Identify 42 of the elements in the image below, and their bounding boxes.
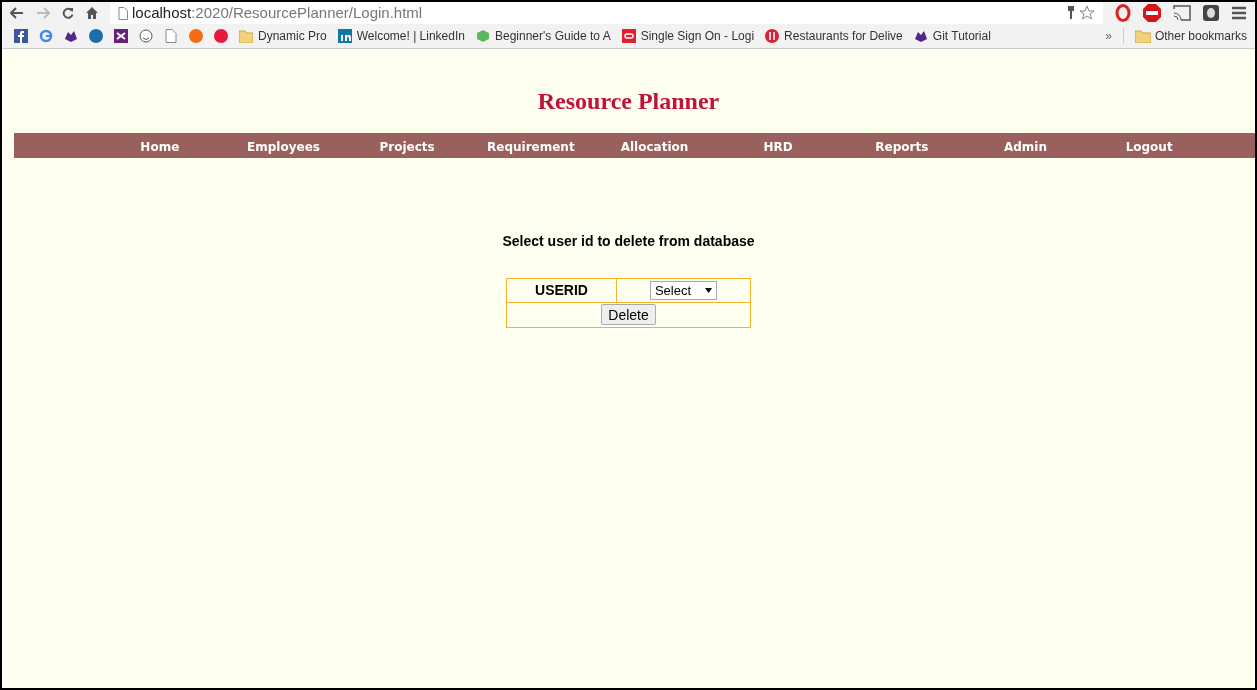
- page-icon: [118, 6, 128, 20]
- delete-button[interactable]: Delete: [601, 304, 656, 325]
- userid-label: USERID: [506, 278, 617, 303]
- google-icon[interactable]: [39, 29, 53, 43]
- nav-link[interactable]: Projects: [379, 139, 435, 154]
- star-icon[interactable]: [1079, 5, 1095, 21]
- nav-link[interactable]: HRD: [763, 139, 793, 154]
- userid-dropdown[interactable]: Select: [649, 281, 718, 301]
- ball-icon[interactable]: [189, 29, 203, 43]
- dropdown-arrow-icon: [705, 288, 713, 294]
- page-icon[interactable]: [164, 29, 178, 43]
- disc-icon[interactable]: [89, 29, 103, 43]
- address-bar[interactable]: localhost:2020/ResourcePlanner/Login.html: [110, 2, 1103, 24]
- bookmark[interactable]: Restaurants for Delive: [765, 27, 903, 45]
- smiley-icon[interactable]: [139, 29, 153, 43]
- menu-icon[interactable]: [1231, 6, 1247, 20]
- folder-icon: [239, 29, 253, 43]
- nav-link[interactable]: Reports: [875, 139, 929, 154]
- reload-icon[interactable]: [62, 7, 74, 19]
- url-text: localhost:2020/ResourcePlanner/Login.html: [132, 2, 423, 23]
- back-icon[interactable]: [10, 7, 24, 19]
- nav-link[interactable]: Home: [140, 139, 180, 154]
- bookmark[interactable]: Single Sign On - Logi: [621, 27, 755, 45]
- page-title: Resource Planner: [537, 87, 720, 116]
- nav-link[interactable]: Employees: [247, 139, 320, 154]
- bookmark[interactable]: Welcome! | LinkedIn: [337, 27, 465, 45]
- bookmark[interactable]: Git Tutorial: [913, 27, 991, 45]
- nav-link[interactable]: Requirement: [487, 139, 575, 154]
- nav-link[interactable]: Logout: [1125, 139, 1173, 154]
- home-icon[interactable]: [86, 7, 98, 19]
- nav-link[interactable]: Allocation: [620, 139, 689, 154]
- cast-icon[interactable]: [1173, 5, 1191, 21]
- folder-icon: [1134, 29, 1151, 43]
- round-badge-icon[interactable]: [214, 29, 228, 43]
- other-bookmarks[interactable]: Other bookmarks: [1134, 27, 1247, 45]
- instruction-text: Select user id to delete from database: [502, 232, 755, 251]
- linkedin-icon: [337, 29, 352, 43]
- facebook-icon[interactable]: [14, 29, 28, 43]
- nav-link[interactable]: Admin: [1003, 139, 1047, 154]
- bookmark[interactable]: Beginner's Guide to A: [475, 27, 611, 45]
- bookmark[interactable]: Dynamic Pro: [239, 27, 327, 45]
- bookmarks-overflow[interactable]: »: [1105, 27, 1112, 45]
